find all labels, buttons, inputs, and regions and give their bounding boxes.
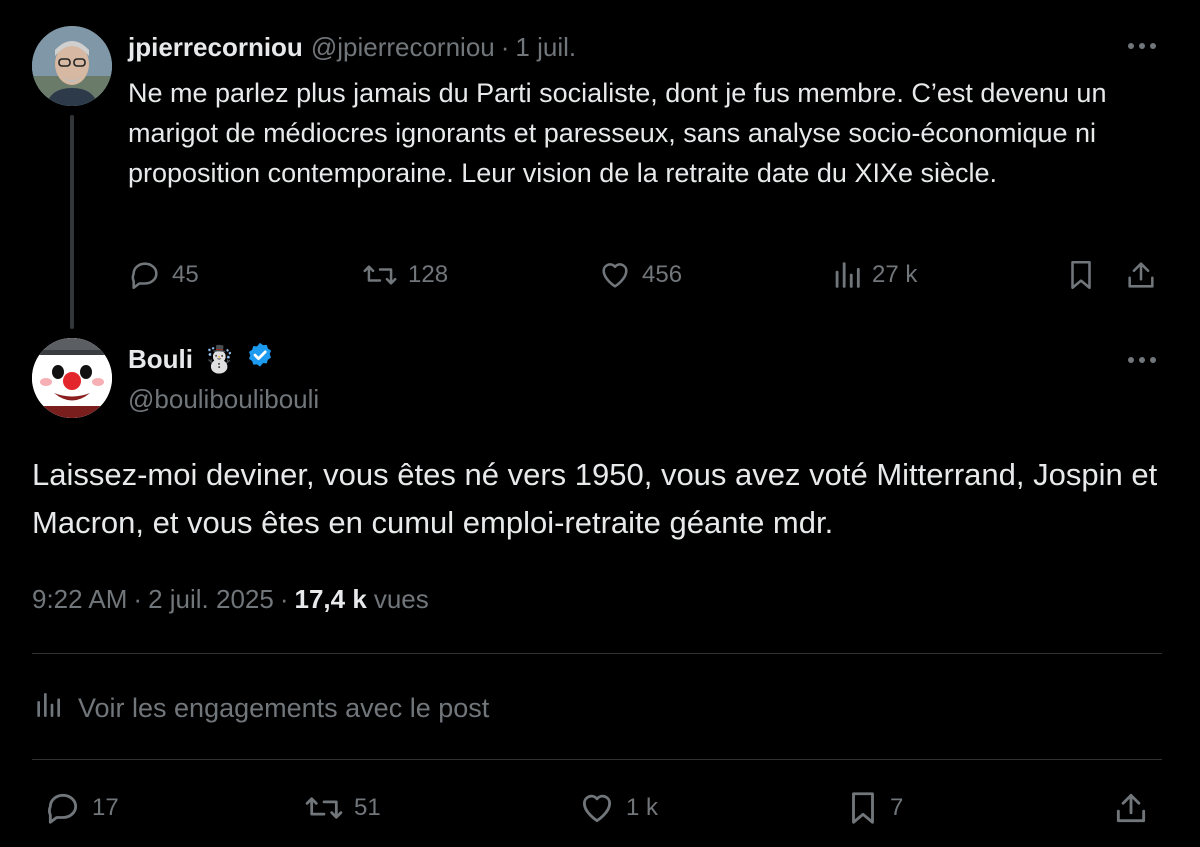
author-name[interactable]: Bouli bbox=[128, 344, 193, 375]
repost-arrows-icon bbox=[304, 789, 344, 827]
views-label: vues bbox=[373, 583, 429, 614]
repost-arrows-icon bbox=[362, 258, 398, 292]
speech-bubble-icon bbox=[44, 789, 82, 827]
snowman-icon: ☃️ bbox=[203, 343, 236, 374]
like-count: 1 k bbox=[626, 794, 659, 821]
repost-button[interactable]: 128 bbox=[362, 255, 448, 295]
author-name[interactable]: jpierrecorniou bbox=[128, 32, 303, 63]
views-button[interactable]: 27 k bbox=[832, 255, 917, 295]
view-engagements-link[interactable]: Voir les engagements avec le post bbox=[32, 688, 489, 728]
separator-dot: · bbox=[500, 31, 510, 62]
bar-chart-icon bbox=[32, 689, 64, 728]
author-handle[interactable]: @bouliboulibouli bbox=[128, 384, 319, 415]
bookmark-button[interactable] bbox=[1066, 255, 1096, 295]
heart-icon bbox=[598, 258, 632, 292]
heart-icon bbox=[578, 789, 616, 827]
share-upload-icon bbox=[1112, 789, 1150, 827]
post-date[interactable]: 2 juil. 2025 bbox=[148, 584, 274, 615]
separator-dot: · bbox=[279, 583, 289, 614]
post-date[interactable]: 1 juil. bbox=[515, 32, 576, 63]
post-thread: jpierrecorniou @jpierrecorniou · 1 juil.… bbox=[0, 0, 1200, 847]
repost-count: 128 bbox=[408, 261, 449, 288]
main-post-text: Laissez-moi deviner, vous êtes né vers 1… bbox=[32, 457, 1158, 540]
bookmark-icon bbox=[1066, 258, 1096, 292]
main-post-author: Bouli ☃️ bbox=[128, 341, 275, 377]
bookmark-count: 7 bbox=[890, 794, 904, 821]
like-count: 456 bbox=[642, 261, 683, 288]
views-count: 27 k bbox=[872, 261, 918, 288]
bookmark-icon bbox=[846, 789, 880, 827]
ellipsis-icon[interactable] bbox=[1124, 36, 1160, 56]
separator-dot: · bbox=[133, 583, 143, 614]
views-count: 17,4 k bbox=[294, 583, 367, 614]
parent-post-text: Ne me parlez plus jamais du Parti social… bbox=[128, 78, 1107, 188]
view-engagements-label: Voir les engagements avec le post bbox=[78, 692, 490, 723]
bookmark-button[interactable]: 7 bbox=[846, 788, 903, 828]
divider bbox=[32, 759, 1162, 760]
verified-badge-icon[interactable] bbox=[245, 341, 275, 378]
reply-button[interactable]: 17 bbox=[44, 788, 119, 828]
reply-button[interactable]: 45 bbox=[128, 255, 199, 295]
thread-connector-line bbox=[70, 115, 74, 329]
avatar-bouli[interactable] bbox=[32, 338, 112, 418]
avatar-jpierrecorniou[interactable] bbox=[32, 26, 112, 106]
parent-post-actions: 45 128 456 27 k bbox=[128, 255, 1168, 295]
divider bbox=[32, 653, 1162, 654]
repost-button[interactable]: 51 bbox=[304, 788, 381, 828]
share-button[interactable] bbox=[1112, 788, 1150, 828]
post-time[interactable]: 9:22 AM bbox=[32, 584, 127, 615]
bar-chart-icon bbox=[832, 258, 862, 292]
ellipsis-icon[interactable] bbox=[1124, 350, 1160, 370]
share-upload-icon bbox=[1124, 258, 1158, 292]
reply-count: 45 bbox=[172, 261, 199, 288]
share-button[interactable] bbox=[1124, 255, 1158, 295]
repost-count: 51 bbox=[354, 794, 381, 821]
like-button[interactable]: 456 bbox=[598, 255, 682, 295]
parent-post-header: jpierrecorniou @jpierrecorniou · 1 juil. bbox=[128, 30, 576, 64]
speech-bubble-icon bbox=[128, 258, 162, 292]
like-button[interactable]: 1 k bbox=[578, 788, 658, 828]
author-handle[interactable]: @jpierrecorniou bbox=[311, 32, 495, 63]
reply-count: 17 bbox=[92, 794, 119, 821]
main-post-actions: 17 51 1 k 7 bbox=[32, 786, 1162, 830]
post-metadata: 9:22 AM · 2 juil. 2025 · 17,4 k vues bbox=[32, 581, 429, 617]
